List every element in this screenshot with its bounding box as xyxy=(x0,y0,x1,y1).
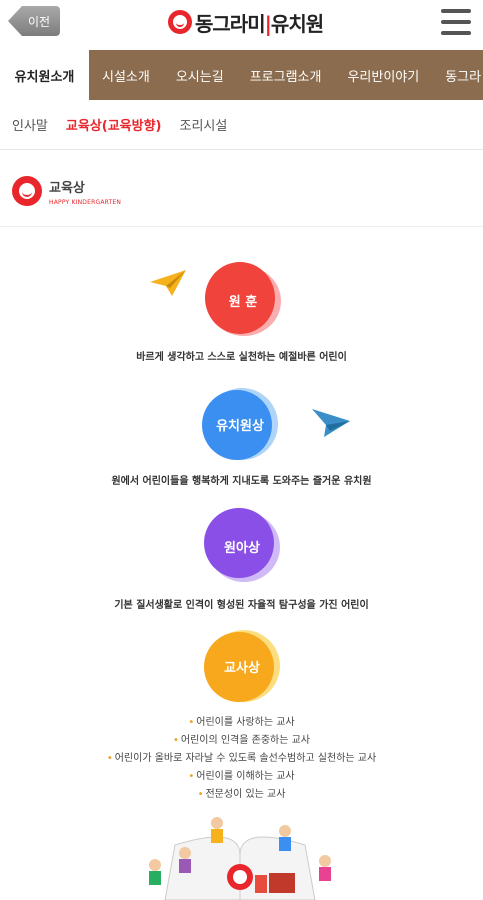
menu-line xyxy=(441,31,471,35)
section-title: 교육상 xyxy=(49,180,85,196)
list-item: • 어린이를 이해하는 교사 xyxy=(188,771,295,782)
list-item: • 어린이가 올바로 자라날 수 있도록 솔선수범하고 실천하는 교사 xyxy=(106,753,377,764)
nav-item-programs[interactable]: 프로그램소개 xyxy=(237,50,335,100)
hamburger-menu-icon[interactable] xyxy=(441,9,471,35)
logo-text-a: 동그라미 xyxy=(195,11,266,36)
logo-smile-icon xyxy=(168,10,192,34)
child-badge: 원아상 xyxy=(204,508,280,584)
section-header: 교육상 HAPPY KINDERGARTEN xyxy=(12,176,121,206)
nav-item-directions[interactable]: 오시는길 xyxy=(163,50,237,100)
motto-description: 바르게 생각하고 스스로 실천하는 예절바른 어린이 xyxy=(136,352,347,363)
section-subtitle: HAPPY KINDERGARTEN xyxy=(49,198,122,206)
nav-item-class-stories[interactable]: 우리반이야기 xyxy=(334,50,432,100)
bullet-icon: • xyxy=(106,753,113,764)
menu-line xyxy=(441,9,471,13)
kindergarten-label: 유치원상 xyxy=(216,418,264,434)
logo-text: 동그라미|유치원 xyxy=(195,8,324,37)
list-item: • 어린이의 인격을 존중하는 교사 xyxy=(172,735,311,746)
smile-logo-icon xyxy=(12,176,42,206)
top-header: 이전 동그라미|유치원 xyxy=(0,0,483,46)
teacher-points-list: • 어린이를 사랑하는 교사 • 어린이의 인격을 존중하는 교사 • 어린이가 올바… xyxy=(0,714,483,804)
back-button[interactable]: 이전 xyxy=(8,6,60,36)
logo[interactable]: 동그라미|유치원 xyxy=(168,8,324,37)
main-nav: 유치원소개 시설소개 오시는길 프로그램소개 우리반이야기 동그라 xyxy=(0,50,483,100)
menu-line xyxy=(441,20,471,24)
motto-label: 원 훈 xyxy=(228,294,258,310)
logo-text-b: 유치원 xyxy=(270,11,324,36)
motto-badge: 원 훈 xyxy=(205,262,281,338)
nav-item-intro[interactable]: 유치원소개 xyxy=(0,50,89,100)
paper-plane-blue-icon xyxy=(312,409,350,437)
child-label: 원아상 xyxy=(224,540,260,556)
list-item: • 전문성이 있는 교사 xyxy=(197,789,286,800)
kids-book-illustration xyxy=(149,817,331,900)
teacher-label: 교사상 xyxy=(224,660,260,676)
sub-item-education[interactable]: 교육상(교육방향) xyxy=(66,115,162,134)
teacher-badge: 교사상 xyxy=(204,628,280,704)
sub-nav: 인사말 교육상(교육방향) 조리시설 xyxy=(0,100,483,150)
sub-item-kitchen[interactable]: 조리시설 xyxy=(180,115,228,134)
bullet-icon: • xyxy=(188,771,195,782)
nav-item-facilities[interactable]: 시설소개 xyxy=(89,50,163,100)
kindergarten-description: 원에서 어린이들을 행복하게 지내도록 도와주는 즐거운 유치원 xyxy=(111,476,372,487)
kindergarten-badge: 유치원상 xyxy=(202,386,278,462)
sub-item-greeting[interactable]: 인사말 xyxy=(12,115,48,134)
bullet-icon: • xyxy=(188,717,195,728)
list-item: • 어린이를 사랑하는 교사 xyxy=(188,717,295,728)
bullet-icon: • xyxy=(197,789,204,800)
child-description: 기본 질서생활로 인격이 형성된 자율적 탐구성을 가진 어린이 xyxy=(114,600,369,611)
nav-item-more[interactable]: 동그라 xyxy=(432,50,483,100)
bullet-icon: • xyxy=(172,735,179,746)
divider xyxy=(0,226,483,227)
paper-plane-yellow-icon xyxy=(150,270,186,296)
